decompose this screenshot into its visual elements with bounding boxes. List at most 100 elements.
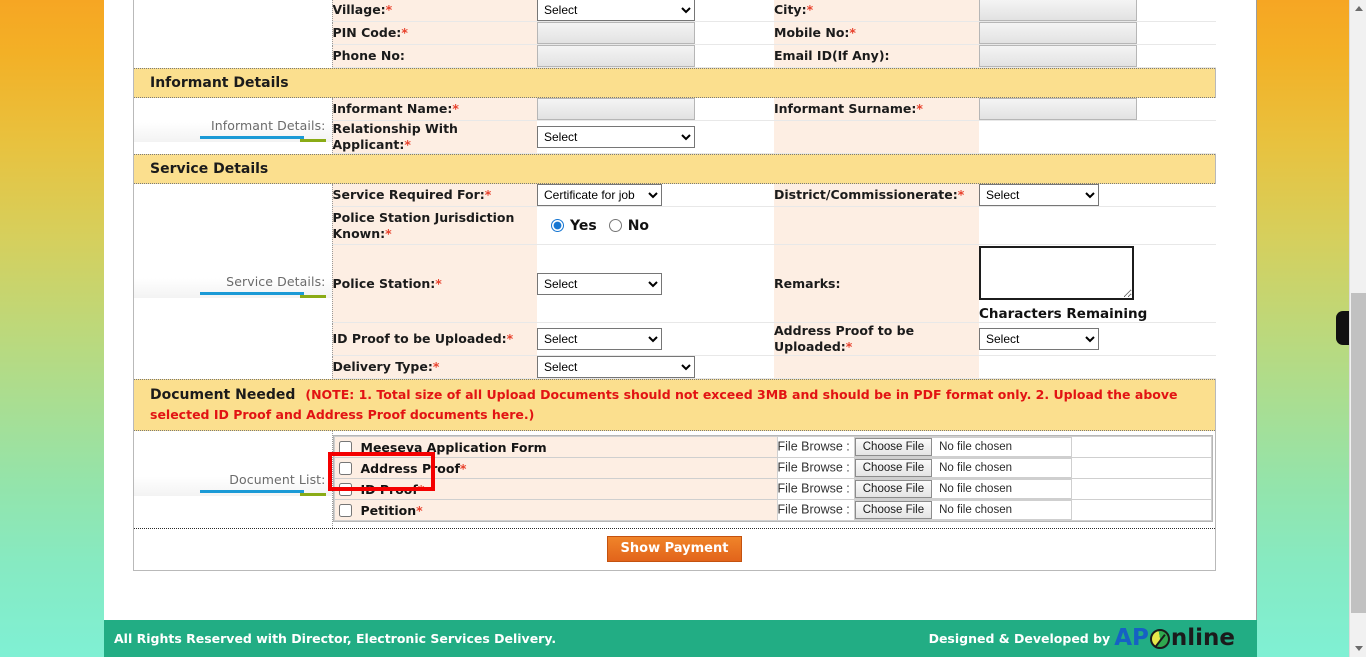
table-row: Village:* Select City:*	[134, 0, 1216, 68]
jurisdiction-radio-yes[interactable]	[551, 219, 564, 232]
required-marker: *	[385, 225, 392, 241]
document-list-table: Document List: Meeseva Application Form F	[134, 431, 1217, 528]
remarks-textarea[interactable]	[979, 245, 1134, 300]
id-proof-select[interactable]: Select	[537, 328, 662, 350]
underline-olive	[299, 294, 326, 298]
field-label-village: Village:*	[332, 0, 537, 22]
jurisdiction-yes-label[interactable]: Yes	[570, 218, 597, 234]
mobile-no-input[interactable]	[979, 22, 1137, 44]
field-label-remarks: Remarks:	[774, 244, 979, 323]
address-proof-select[interactable]: Select	[979, 328, 1099, 350]
file-browse-label: File Browse :	[777, 481, 850, 496]
required-marker: *	[401, 25, 408, 40]
document-checkbox[interactable]	[338, 461, 352, 475]
district-select[interactable]: Select	[979, 184, 1099, 206]
choose-file-button[interactable]: Choose File	[854, 438, 933, 456]
pin-code-input[interactable]	[537, 22, 695, 44]
required-marker: *	[916, 101, 923, 116]
document-checkbox[interactable]	[338, 440, 352, 454]
table-row: Document List: Meeseva Application Form F	[134, 431, 1217, 528]
side-label-underline	[134, 490, 326, 496]
choose-file-button[interactable]: Choose File	[854, 501, 933, 519]
label-text: Informant Name:	[332, 101, 453, 116]
field-cell-empty	[979, 120, 1216, 154]
field-label-jurisdiction-spacer	[774, 206, 979, 245]
file-input-control[interactable]: Choose File No file chosen	[853, 479, 1072, 499]
village-select[interactable]: Select	[537, 0, 695, 21]
logo-nline-text: nline	[1170, 625, 1235, 651]
table-row: Address Proof* File Browse : Choose File No…	[333, 457, 1212, 479]
delivery-type-select[interactable]: Select	[537, 356, 695, 378]
underline-olive	[299, 139, 326, 143]
service-side-cell: Service Details:	[134, 184, 333, 379]
required-marker: *	[385, 2, 393, 17]
edge-side-tab[interactable]	[1336, 311, 1349, 345]
aponline-logo: AP nline	[1114, 627, 1235, 650]
file-input-control[interactable]: Choose File No file chosen	[853, 437, 1072, 457]
field-cell-delivery-spacer	[979, 355, 1216, 379]
required-marker: *	[417, 481, 425, 497]
table-row: ID Proof* File Browse : Choose File No file…	[333, 478, 1212, 500]
field-label-id-proof-upload: ID Proof to be Uploaded:*	[332, 322, 537, 356]
field-label-police-station: Police Station:*	[332, 244, 537, 323]
required-marker: *	[404, 137, 411, 152]
side-label-text: Document List:	[229, 472, 326, 487]
field-label-empty	[774, 120, 979, 154]
field-label-city: City:*	[774, 0, 979, 22]
relationship-select[interactable]: Select	[537, 126, 695, 148]
file-browse-label: File Browse :	[777, 460, 850, 475]
file-input-control[interactable]: Choose File No file chosen	[853, 458, 1072, 478]
table-row: Informant Details: Informant Name:* Info…	[134, 98, 1216, 154]
underline-blue	[199, 490, 304, 493]
label-text: Mobile No:	[774, 25, 850, 40]
field-label-delivery-type: Delivery Type:*	[332, 355, 537, 379]
city-input[interactable]	[979, 0, 1137, 21]
document-checkbox[interactable]	[338, 482, 352, 496]
field-label-service-required-for: Service Required For:*	[332, 184, 537, 207]
label-text: Address Proof to be Uploaded:	[774, 323, 915, 354]
field-cell-pin-code	[537, 21, 774, 45]
address-side-cell	[134, 0, 333, 68]
field-label-informant-surname: Informant Surname:*	[774, 98, 979, 121]
label-text: City:	[774, 2, 807, 17]
jurisdiction-no-label[interactable]: No	[628, 218, 649, 234]
chosen-file-name: No file chosen	[939, 504, 1012, 516]
choose-file-button[interactable]: Choose File	[854, 480, 933, 498]
document-rows-table: Meeseva Application Form File Browse : Cho…	[333, 436, 1213, 521]
jurisdiction-radio-no[interactable]	[608, 219, 622, 232]
scroll-up-arrow-icon[interactable]	[1350, 0, 1366, 17]
required-marker: *	[957, 187, 965, 202]
field-cell-informant-surname	[979, 98, 1216, 121]
field-cell-remarks: Characters Remaining	[979, 244, 1216, 323]
field-label-informant-name: Informant Name:*	[332, 98, 537, 121]
document-name-label: Petition	[360, 502, 417, 518]
file-browse-cell: File Browse : Choose File No file chosen	[776, 457, 1212, 479]
service-required-for-select[interactable]: Certificate for job	[537, 184, 662, 206]
table-row: Service Details: Service Required For:* …	[134, 184, 1216, 379]
informant-name-input[interactable]	[537, 98, 695, 120]
choose-file-button[interactable]: Choose File	[854, 459, 933, 477]
address-details-table: Village:* Select City:* PIN Code:* Mobil…	[134, 0, 1216, 68]
police-station-select[interactable]: Select	[537, 272, 662, 295]
side-label-document-list: Document List:	[134, 463, 332, 496]
document-name-cell: Address Proof*	[333, 457, 778, 479]
label-text: Delivery Type:	[332, 359, 433, 374]
show-payment-button[interactable]: Show Payment	[606, 536, 743, 562]
email-id-input[interactable]	[979, 45, 1137, 67]
footer-copyright: All Rights Reserved with Director, Elect…	[114, 631, 557, 646]
scroll-down-arrow-icon[interactable]	[1350, 640, 1366, 657]
phone-no-input[interactable]	[537, 45, 695, 67]
document-name-label: Address Proof	[360, 460, 460, 476]
informant-surname-input[interactable]	[979, 98, 1137, 120]
scrollbar-thumb[interactable]	[1351, 293, 1366, 613]
file-input-control[interactable]: Choose File No file chosen	[853, 500, 1072, 520]
field-label-relationship: Relationship With Applicant:*	[332, 120, 537, 154]
side-label-informant: Informant Details:	[134, 109, 332, 143]
side-label-underline	[134, 136, 326, 143]
vertical-scrollbar[interactable]	[1349, 0, 1366, 657]
application-form: Village:* Select City:* PIN Code:* Mobil…	[133, 0, 1216, 571]
label-text: Police Station:	[332, 275, 436, 291]
file-browse-cell: File Browse : Choose File No file chosen	[776, 499, 1212, 521]
page-footer: All Rights Reserved with Director, Elect…	[104, 620, 1257, 657]
document-checkbox[interactable]	[338, 503, 352, 517]
